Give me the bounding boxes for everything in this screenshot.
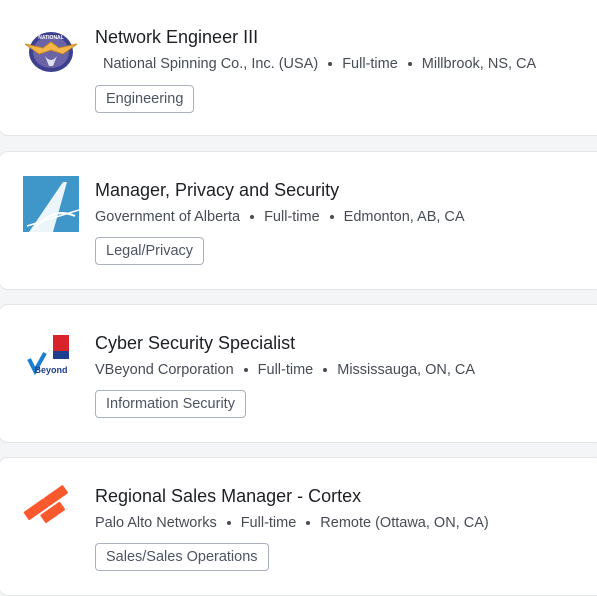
employment-type: Full-time: [240, 515, 297, 531]
category-tag[interactable]: Engineering: [95, 85, 195, 113]
job-card[interactable]: Beyond Cyber Security Specialist VBeyond…: [0, 304, 597, 443]
separator-dot: [329, 215, 334, 219]
company-name: Government of Alberta: [95, 209, 241, 225]
separator-dot: [243, 368, 248, 372]
svg-text:Beyond: Beyond: [34, 365, 67, 375]
job-title[interactable]: Manager, Privacy and Security: [95, 180, 339, 201]
separator-dot: [226, 521, 231, 525]
company-name: National Spinning Co., Inc. (USA): [103, 56, 319, 72]
job-meta: VBeyond Corporation Full-time Mississaug…: [95, 362, 475, 378]
job-location: Mississauga, ON, CA: [337, 362, 476, 378]
job-meta: Government of Alberta Full-time Edmonton…: [95, 209, 465, 225]
svg-text:NATIONAL: NATIONAL: [38, 35, 63, 41]
job-meta: Palo Alto Networks Full-time Remote (Ott…: [95, 515, 489, 531]
company-name: VBeyond Corporation: [95, 362, 234, 378]
job-card[interactable]: NATIONAL Network Engineer III National S…: [0, 0, 597, 136]
separator-dot: [323, 368, 328, 372]
category-tag[interactable]: Sales/Sales Operations: [95, 543, 269, 571]
separator-dot: [328, 62, 333, 66]
job-card[interactable]: Regional Sales Manager - Cortex Palo Alt…: [0, 457, 597, 596]
category-tag[interactable]: Legal/Privacy: [95, 237, 205, 265]
vbeyond-logo: Beyond: [23, 329, 79, 385]
palo-alto-networks-logo: [23, 482, 79, 538]
employment-type: Full-time: [257, 362, 314, 378]
job-title[interactable]: Network Engineer III: [95, 27, 258, 48]
job-meta: National Spinning Co., Inc. (USA) Full-t…: [103, 56, 536, 72]
separator-dot: [306, 521, 311, 525]
job-card[interactable]: Manager, Privacy and Security Government…: [0, 151, 597, 290]
separator-dot: [250, 215, 255, 219]
separator-dot: [407, 62, 412, 66]
job-location: Millbrook, NS, CA: [421, 56, 537, 72]
government-of-alberta-logo: [23, 176, 79, 232]
job-location: Edmonton, AB, CA: [343, 209, 465, 225]
company-name: Palo Alto Networks: [95, 515, 217, 531]
job-title[interactable]: Regional Sales Manager - Cortex: [95, 486, 361, 507]
national-spinning-logo: NATIONAL: [23, 24, 79, 80]
job-title[interactable]: Cyber Security Specialist: [95, 333, 295, 354]
category-tag[interactable]: Information Security: [95, 390, 246, 418]
job-location: Remote (Ottawa, ON, CA): [320, 515, 489, 531]
employment-type: Full-time: [264, 209, 320, 225]
employment-type: Full-time: [342, 56, 398, 72]
